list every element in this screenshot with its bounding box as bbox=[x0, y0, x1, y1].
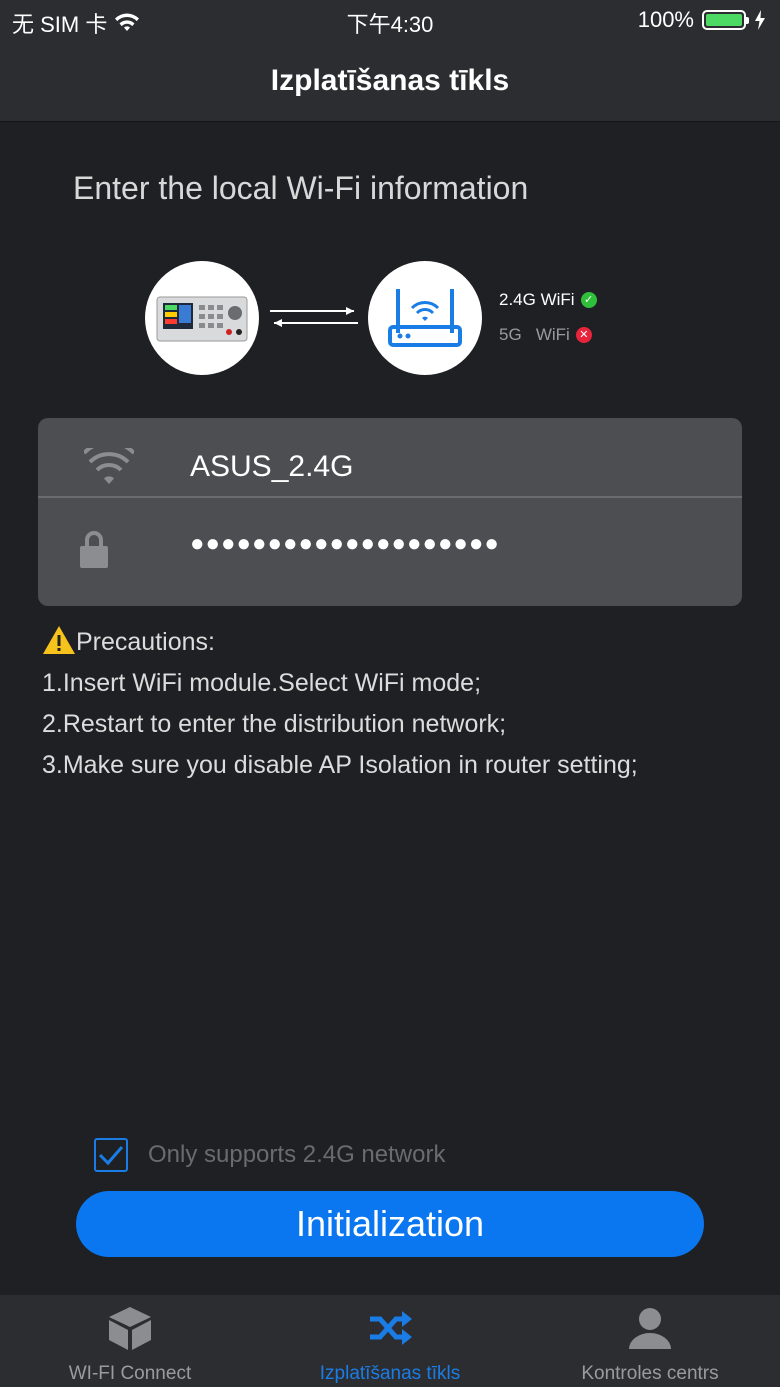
precaution-item-1: 1.Insert WiFi module.Select WiFi mode; bbox=[42, 669, 482, 697]
band-5g-text: 5G WiFi bbox=[499, 325, 570, 344]
shuffle-icon bbox=[370, 1311, 412, 1345]
check-circle-icon: ✓ bbox=[580, 292, 597, 308]
tab-distribution-network-label: Izplatīšanas tīkls bbox=[319, 1363, 461, 1384]
only-24g-checkbox-row[interactable]: Only supports 2.4G network bbox=[94, 1138, 445, 1172]
status-right: 100% bbox=[638, 7, 766, 33]
power-supply-icon bbox=[156, 296, 248, 342]
nav-bar: Izplatīšanas tīkls bbox=[0, 40, 780, 122]
password-input[interactable]: ●●●●●●●●●●●●●●●●●●●● bbox=[190, 530, 500, 558]
checkmark-icon bbox=[98, 1146, 124, 1166]
precautions-title-text: Precautions: bbox=[76, 628, 215, 656]
tab-wifi-connect[interactable]: WI-FI Connect bbox=[0, 1295, 260, 1387]
ssid-field[interactable]: ASUS_2.4G bbox=[38, 428, 742, 506]
initialization-button[interactable]: Initialization bbox=[76, 1191, 704, 1257]
tab-control-center-label: Kontroles centrs bbox=[581, 1363, 719, 1384]
cube-icon bbox=[109, 1307, 151, 1350]
precaution-item-3: 3.Make sure you disable AP Isolation in … bbox=[42, 751, 638, 779]
lock-icon bbox=[80, 531, 108, 568]
ssid-input[interactable]: ASUS_2.4G bbox=[190, 450, 353, 484]
charging-bolt-icon bbox=[755, 10, 765, 30]
page-title: Izplatīšanas tīkls bbox=[270, 63, 510, 97]
precautions-title: Precautions: bbox=[42, 622, 638, 663]
warning-icon bbox=[43, 626, 75, 654]
status-bar: 无 SIM 卡 下午4:30 100% bbox=[0, 0, 780, 40]
section-title: Enter the local Wi-Fi information bbox=[73, 170, 529, 206]
router-image bbox=[368, 261, 482, 375]
wifi-form: ASUS_2.4G ●●●●●●●●●●●●●●●●●●●● bbox=[38, 418, 742, 606]
only-24g-checkbox[interactable] bbox=[94, 1138, 128, 1172]
user-icon bbox=[629, 1308, 671, 1349]
battery-percent: 100% bbox=[637, 7, 694, 32]
bidirectional-arrows-icon bbox=[270, 307, 358, 327]
only-24g-label: Only supports 2.4G network bbox=[148, 1141, 446, 1168]
error-circle-icon: ✕ bbox=[575, 327, 592, 343]
router-icon bbox=[388, 289, 462, 347]
tab-bar: WI-FI Connect Izplatīšanas tīkls Kontrol… bbox=[0, 1295, 780, 1387]
tab-control-center[interactable]: Kontroles centrs bbox=[520, 1295, 780, 1387]
form-divider bbox=[38, 496, 742, 498]
precautions: Precautions: 1.Insert WiFi module.Select… bbox=[42, 622, 638, 786]
band-24g-label: 2.4G WiFi ✓ bbox=[499, 290, 597, 310]
precaution-item-2: 2.Restart to enter the distribution netw… bbox=[42, 710, 507, 738]
band-24g-text: 2.4G WiFi bbox=[499, 290, 575, 309]
wifi-icon bbox=[84, 448, 134, 484]
tab-wifi-connect-label: WI-FI Connect bbox=[68, 1363, 192, 1384]
battery-icon bbox=[702, 10, 749, 30]
band-5g-label: 5G WiFi ✕ bbox=[499, 325, 592, 345]
power-supply-device-image bbox=[145, 261, 259, 375]
tab-distribution-network[interactable]: Izplatīšanas tīkls bbox=[260, 1295, 520, 1387]
password-field[interactable]: ●●●●●●●●●●●●●●●●●●●● bbox=[38, 508, 742, 586]
